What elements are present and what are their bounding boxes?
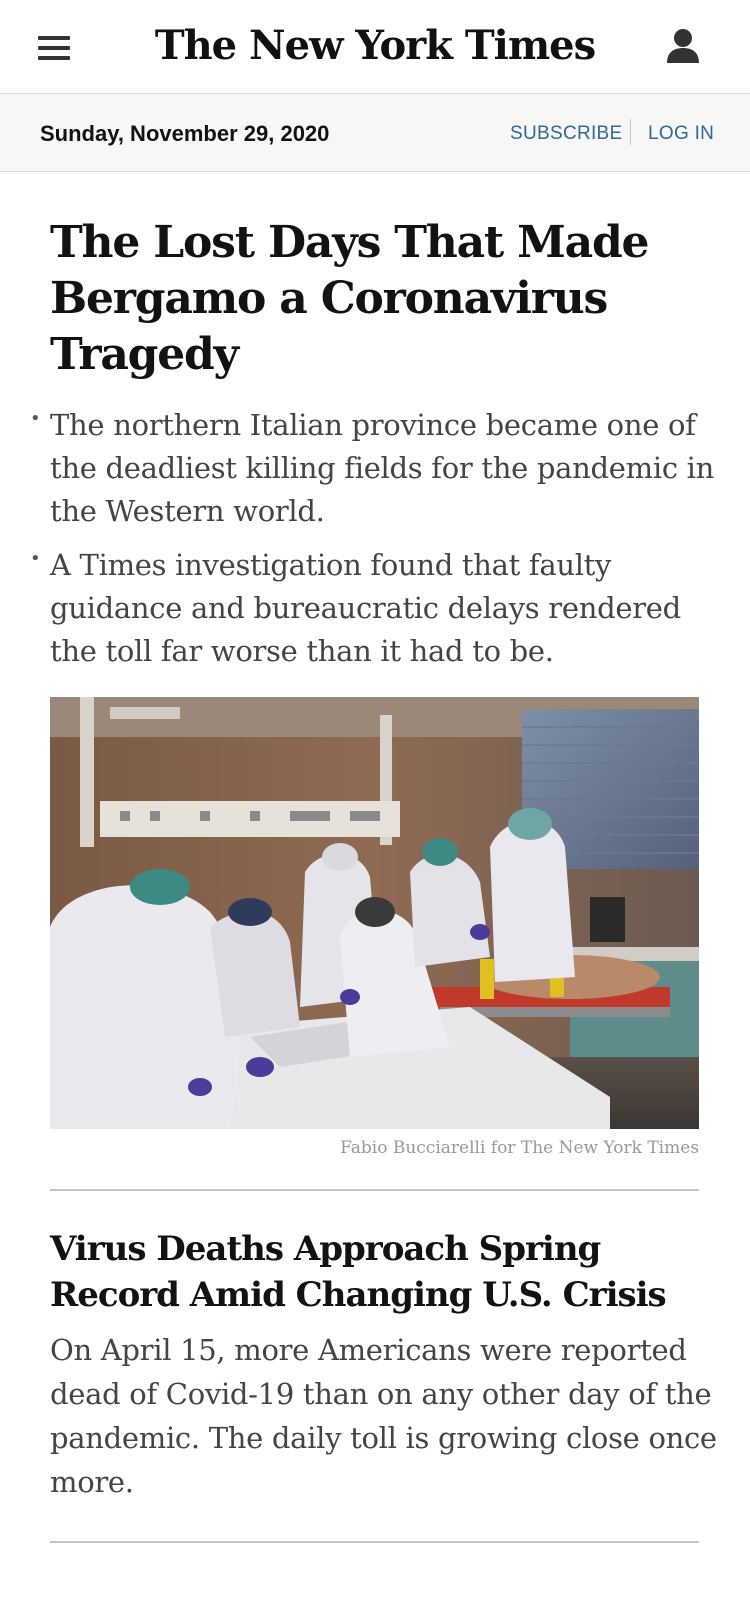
summary-bullet: • A Times investigation found that fault… bbox=[28, 544, 718, 673]
current-date: Sunday, November 29, 2020 bbox=[40, 121, 330, 146]
summary-bullet: • The northern Italian province became o… bbox=[28, 404, 718, 533]
top-nav-bar: The New York Times bbox=[0, 0, 750, 94]
link-divider bbox=[630, 119, 631, 145]
subscribe-link[interactable]: SUBSCRIBE bbox=[510, 123, 623, 145]
bullet-dot-icon: • bbox=[30, 548, 41, 569]
lead-story-headline[interactable]: The Lost Days That Made Bergamo a Corona… bbox=[50, 215, 710, 383]
bullet-dot-icon: • bbox=[30, 408, 41, 429]
story-divider bbox=[50, 1541, 699, 1543]
lead-story-photo[interactable] bbox=[50, 697, 699, 1129]
lead-story-summary-list: • The northern Italian province became o… bbox=[28, 404, 718, 684]
story-summary: On April 15, more Americans were reporte… bbox=[50, 1333, 717, 1499]
photo-credit: Fabio Bucciarelli for The New York Times bbox=[340, 1138, 699, 1158]
story-divider bbox=[50, 1189, 699, 1191]
story-headline[interactable]: Virus Deaths Approach Spring Record Amid… bbox=[50, 1226, 710, 1318]
summary-bullet-text: The northern Italian province became one… bbox=[50, 408, 715, 528]
nyt-logo[interactable]: The New York Times bbox=[0, 22, 750, 69]
summary-bullet-text: A Times investigation found that faulty … bbox=[50, 548, 681, 668]
date-bar: Sunday, November 29, 2020 SUBSCRIBE LOG … bbox=[0, 94, 750, 172]
user-account-icon[interactable] bbox=[664, 27, 702, 67]
login-link[interactable]: LOG IN bbox=[648, 123, 714, 145]
